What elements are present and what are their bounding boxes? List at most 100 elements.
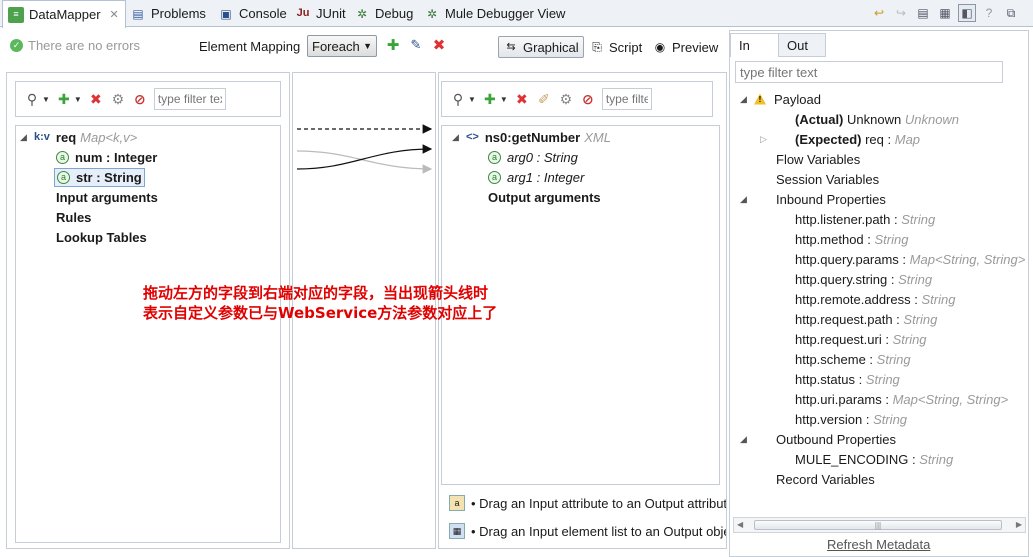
button-label: Graphical — [523, 39, 579, 55]
tree-root-req[interactable]: ◢ k:v req Map<k,v> — [20, 127, 137, 147]
inbound-property[interactable]: http.uri.params : Map<String, String> — [795, 389, 1028, 409]
input-filter[interactable] — [153, 88, 226, 110]
flow-variables-node[interactable]: Flow Variables — [776, 149, 860, 169]
inbound-property[interactable]: http.request.path : String — [795, 309, 937, 329]
inbound-property[interactable]: http.status : String — [795, 369, 900, 389]
eraser-icon[interactable]: ✐ — [536, 91, 552, 107]
dropdown-arrow-icon[interactable]: ▼ — [42, 95, 50, 104]
tab-console[interactable]: ▣ Console — [218, 0, 287, 27]
view-toolbar: ↩ ↪ ▤ ▦ ◧ ? ⧉ — [870, 4, 1020, 22]
tab-mule-debugger[interactable]: ✲ Mule Debugger View — [424, 0, 565, 27]
expand-icon[interactable]: ◢ — [740, 194, 776, 205]
expand-icon[interactable]: ◢ — [740, 434, 776, 445]
settings-icon[interactable]: ⚙ — [558, 91, 574, 107]
record-variables-node[interactable]: Record Variables — [776, 469, 875, 489]
horizontal-scrollbar[interactable]: ◀ ||| ▶ — [733, 517, 1026, 533]
back-arrow-icon[interactable]: ↩ — [870, 4, 888, 22]
tree-field-arg0[interactable]: a arg0 : String — [488, 147, 578, 167]
delete-mapping-icon[interactable]: ✖ — [431, 37, 447, 54]
inbound-property[interactable]: http.version : String — [795, 409, 907, 429]
prop-type: String — [903, 311, 938, 327]
add-icon[interactable]: ✚ — [482, 91, 498, 107]
preview-view-button[interactable]: ◉ Preview — [648, 36, 722, 58]
prop-name: MULE_ENCODING : — [795, 451, 916, 467]
inbound-properties-node[interactable]: ◢ Inbound Properties — [740, 189, 886, 209]
edit-mapping-icon[interactable]: ✎ — [408, 37, 424, 53]
node-label: Inbound Properties — [776, 191, 886, 207]
dropdown-arrow-icon[interactable]: ▼ — [74, 95, 82, 104]
layout-icon[interactable]: ◧ — [958, 4, 976, 22]
scroll-left-icon[interactable]: ◀ — [737, 520, 743, 529]
tree-field-str[interactable]: a str : String — [54, 167, 145, 187]
magic-wand-icon[interactable]: ⚲ — [24, 91, 40, 107]
scroll-right-icon[interactable]: ▶ — [1016, 520, 1022, 529]
dropdown-arrow-icon[interactable]: ▼ — [468, 95, 476, 104]
script-view-button[interactable]: ⎘ Script — [585, 36, 646, 58]
prop-type: Map<String, String> — [909, 251, 1026, 267]
editor-tab-bar: ≡ DataMapper ✕ ▤ Problems ▣ Console Ju J… — [0, 0, 1033, 28]
input-arguments-node[interactable]: Input arguments — [56, 187, 158, 207]
output-filter[interactable] — [601, 88, 652, 110]
table-icon[interactable]: ▦ — [936, 4, 954, 22]
list-icon[interactable]: ▤ — [914, 4, 932, 22]
tab-debug[interactable]: ✲ Debug — [354, 0, 413, 27]
inbound-property[interactable]: http.query.string : String — [795, 269, 932, 289]
tree-root-getnumber[interactable]: ◢ <> ns0:getNumber XML — [452, 127, 611, 147]
tree-field-arg1[interactable]: a arg1 : Integer — [488, 167, 584, 187]
dropdown-arrow-icon[interactable]: ▼ — [500, 95, 508, 104]
lookup-tables-node[interactable]: Lookup Tables — [56, 227, 147, 247]
refresh-metadata-link[interactable]: Refresh Metadata — [827, 537, 930, 552]
tab-problems[interactable]: ▤ Problems — [130, 0, 206, 27]
outbound-properties-node[interactable]: ◢ Outbound Properties — [740, 429, 896, 449]
prop-type: String — [919, 451, 954, 467]
inbound-property[interactable]: http.listener.path : String — [795, 209, 935, 229]
field-label: num : Integer — [75, 149, 158, 165]
help-icon[interactable]: ? — [980, 4, 998, 22]
inbound-property[interactable]: http.request.uri : String — [795, 329, 927, 349]
hint-text: • Drag an Input attribute to an Output a… — [471, 495, 726, 511]
magic-wand-icon[interactable]: ⚲ — [450, 91, 466, 107]
tab-junit[interactable]: Ju JUnit — [295, 0, 346, 27]
payload-actual[interactable]: (Actual) Unknown Unknown — [795, 109, 959, 129]
field-label: arg0 : String — [507, 149, 578, 165]
expand-icon[interactable]: ◢ — [740, 94, 754, 105]
add-icon[interactable]: ✚ — [56, 91, 72, 107]
collapse-icon[interactable]: ▷ — [760, 134, 795, 145]
payload-node[interactable]: ◢ ! Payload — [740, 89, 821, 109]
settings-icon[interactable]: ⚙ — [110, 91, 126, 107]
hide-icon[interactable]: ⊘ — [580, 91, 596, 107]
element-mapping-select[interactable]: Foreach ▼ — [307, 35, 377, 57]
tab-out[interactable]: Out — [778, 33, 826, 57]
output-arguments-node[interactable]: Output arguments — [488, 187, 601, 207]
tree-node-label: ns0:getNumber — [484, 129, 581, 145]
prop-name: http.status : — [795, 371, 863, 387]
graphical-view-button[interactable]: ⇆ Graphical — [498, 36, 584, 58]
forward-arrow-icon[interactable]: ↪ — [892, 4, 910, 22]
inbound-property[interactable]: http.query.params : Map<String, String> — [795, 249, 1028, 269]
expand-icon[interactable]: ◢ — [452, 132, 466, 143]
tab-label: Mule Debugger View — [445, 6, 566, 21]
expand-icon[interactable]: ◢ — [20, 132, 34, 143]
inbound-property[interactable]: http.remote.address : String — [795, 289, 955, 309]
tab-datamapper[interactable]: ≡ DataMapper ✕ — [2, 0, 126, 28]
session-variables-node[interactable]: Session Variables — [776, 169, 879, 189]
metadata-filter[interactable] — [735, 61, 1003, 83]
inbound-property[interactable]: http.method : String — [795, 229, 908, 249]
add-mapping-icon[interactable]: ✚ — [385, 37, 401, 54]
tab-in[interactable]: In — [730, 33, 780, 57]
tree-field-num[interactable]: a num : Integer — [56, 147, 157, 167]
outbound-property[interactable]: MULE_ENCODING : String — [795, 449, 953, 469]
tab-label: Console — [239, 6, 287, 21]
maximize-icon[interactable]: ⧉ — [1002, 4, 1020, 22]
prop-name: http.remote.address : — [795, 291, 918, 307]
delete-icon[interactable]: ✖ — [88, 91, 104, 107]
rules-node[interactable]: Rules — [56, 207, 91, 227]
inbound-property[interactable]: http.scheme : String — [795, 349, 911, 369]
element-mapping-label: Element Mapping — [199, 39, 301, 54]
scrollbar-thumb[interactable]: ||| — [754, 520, 1002, 530]
close-icon[interactable]: ✕ — [110, 8, 119, 21]
hide-icon[interactable]: ⊘ — [132, 91, 148, 107]
attribute-icon: a — [488, 150, 501, 164]
delete-icon[interactable]: ✖ — [514, 91, 530, 107]
payload-expected[interactable]: ▷ (Expected) req : Map — [760, 129, 920, 149]
